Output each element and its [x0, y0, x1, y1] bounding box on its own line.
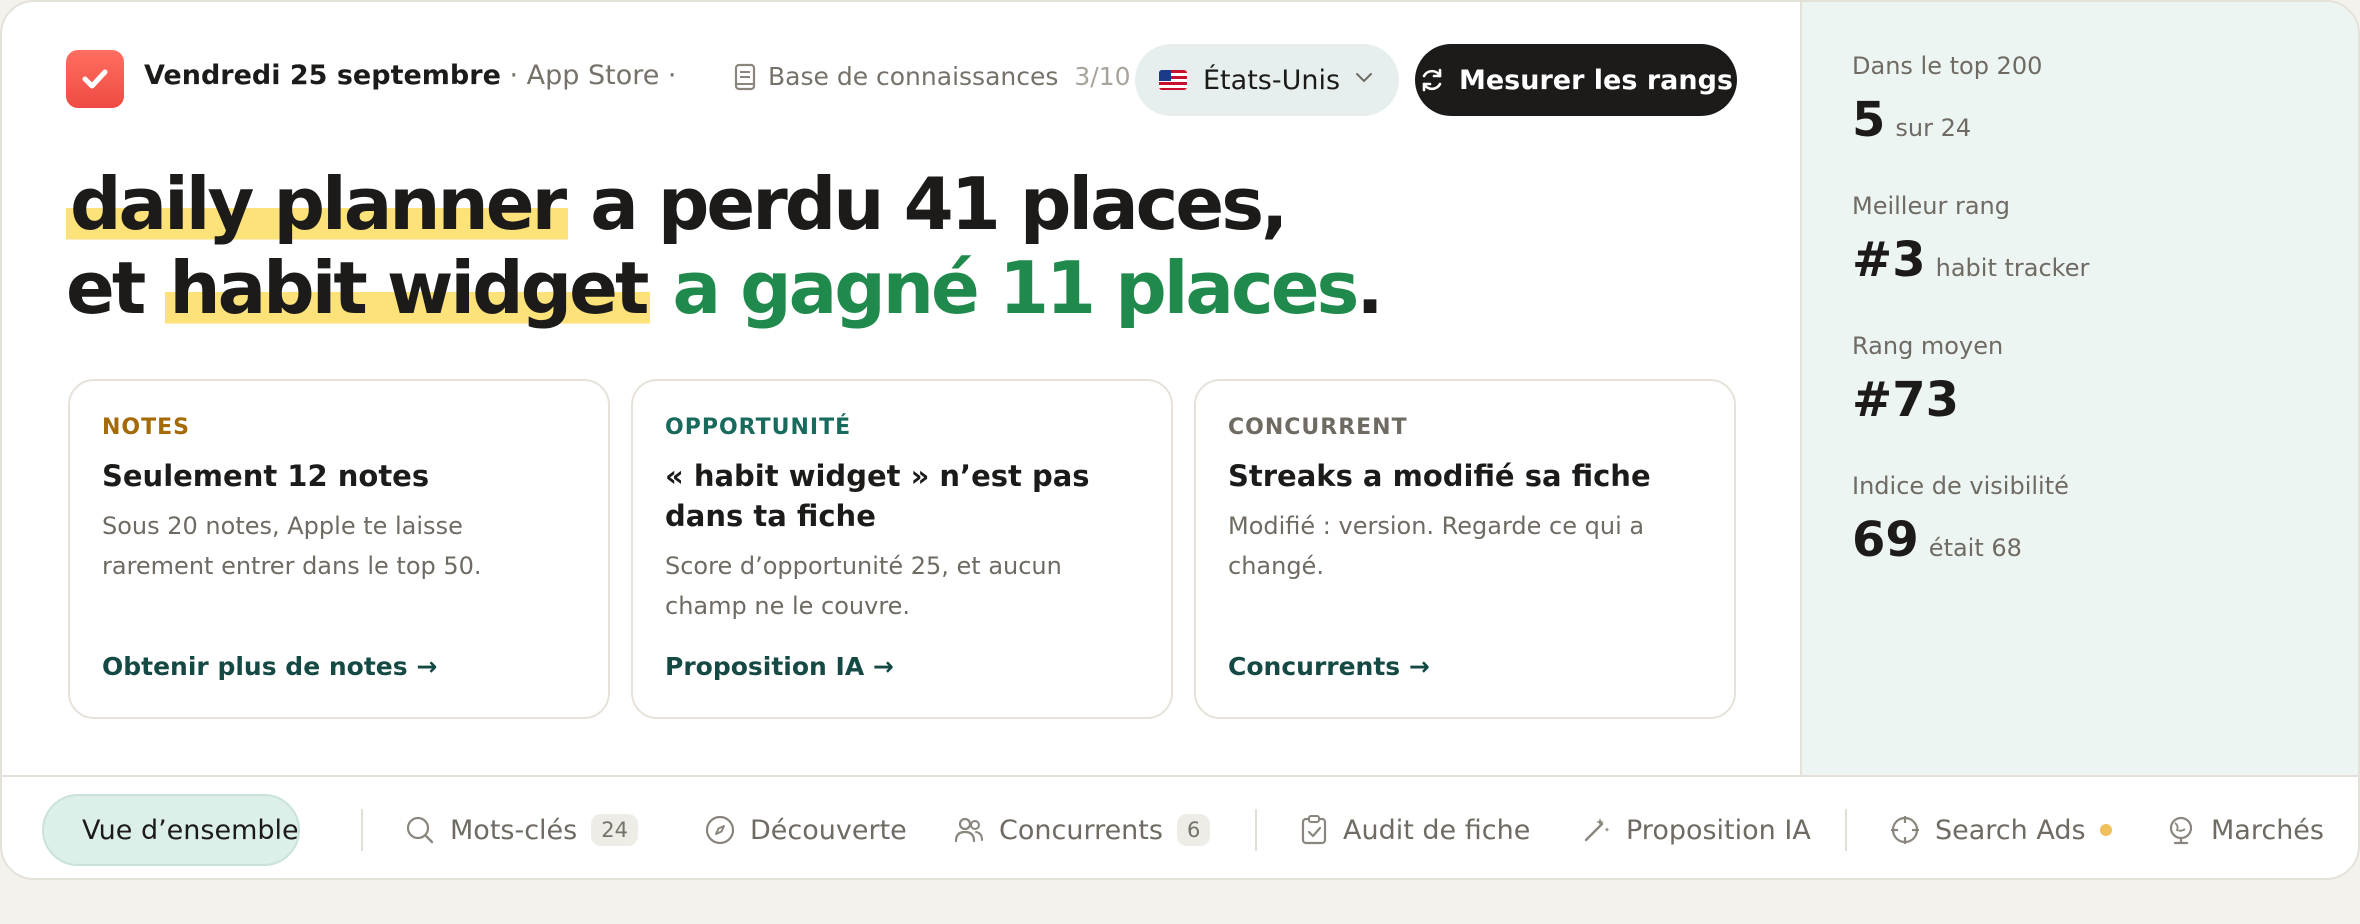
tab-competitors[interactable]: Concurrents 6 [953, 794, 1211, 866]
stat-suffix: était 68 [1928, 534, 2022, 562]
get-more-ratings-link[interactable]: Obtenir plus de notes → [102, 652, 437, 681]
app-frame: Vendredi 25 septembre · App Store · mesu… [0, 0, 2360, 880]
knowledge-base-count: 3/10 [1074, 62, 1131, 91]
knowledge-base-link[interactable]: Base de connaissances 3/10 [734, 62, 1131, 91]
header-context: Vendredi 25 septembre · App Store · mesu… [144, 60, 684, 91]
headline-end: . [1356, 246, 1383, 330]
stat-label: Meilleur rang [1852, 192, 2010, 220]
card-title: « habit widget » n’est pas dans ta fiche [665, 459, 1090, 533]
tab-label: Search Ads [1935, 814, 2086, 846]
card-title: Seulement 12 notes [102, 459, 430, 493]
country-select[interactable]: États-Unis [1135, 44, 1399, 116]
status-dot [2099, 824, 2112, 836]
knowledge-base-label: Base de connaissances [768, 62, 1059, 91]
card-body: Sous 20 notes, Apple te laisse rarement … [102, 512, 482, 580]
main-panel: Vendredi 25 septembre · App Store · mesu… [2, 2, 1800, 775]
card-body: Modifié : version. Regarde ce qui a chan… [1228, 512, 1645, 580]
headline-gain: a gagné 11 places [650, 246, 1359, 330]
card-kicker: NOTES [102, 415, 190, 440]
card-body: Score d’opportunité 25, et aucun champ n… [665, 552, 1062, 620]
headline-part-1: a perdu 41 places, [568, 162, 1288, 246]
tab-markets[interactable]: Marchés [2165, 794, 2324, 866]
nav-divider [1255, 809, 1257, 851]
tab-discovery[interactable]: Découverte [704, 794, 907, 866]
tab-label: Marchés [2211, 814, 2324, 846]
tab-search-ads[interactable]: Search Ads [1889, 794, 2112, 866]
tab-label: Concurrents [999, 814, 1163, 846]
competitors-count-badge: 6 [1176, 814, 1211, 846]
insight-card-competitor: CONCURRENT Streaks a modifié sa fiche Mo… [1194, 379, 1736, 719]
stat-top-200: Dans le top 200 5 sur 24 [1852, 52, 2358, 148]
insight-card-opportunity: OPPORTUNITÉ « habit widget » n’est pas d… [631, 379, 1173, 719]
tab-listing-audit[interactable]: Audit de fiche [1299, 794, 1530, 866]
card-title: Streaks a modifié sa fiche [1228, 459, 1651, 493]
tab-label: Mots-clés [450, 814, 578, 846]
search-icon [406, 816, 434, 844]
tab-keywords[interactable]: Mots-clés 24 [404, 794, 638, 866]
stat-visibility-index: Indice de visibilité 69 était 68 [1852, 472, 2358, 568]
stat-label: Rang moyen [1852, 332, 2004, 360]
users-icon [954, 817, 983, 843]
insight-card-notes: NOTES Seulement 12 notes Sous 20 notes, … [68, 379, 610, 719]
tab-overview[interactable]: Vue d’ensemble [42, 794, 300, 866]
keyword-highlight-2: habit widget [165, 246, 651, 330]
globe-icon [2169, 816, 2193, 845]
us-flag-icon [1159, 70, 1187, 90]
competitors-link[interactable]: Concurrents → [1228, 652, 1430, 681]
card-kicker: OPPORTUNITÉ [665, 415, 852, 440]
book-icon [734, 63, 756, 90]
page-headline: daily planner a perdu 41 places, et habi… [66, 162, 1766, 330]
stat-suffix: sur 24 [1895, 114, 1972, 142]
tab-label: Audit de fiche [1343, 814, 1531, 846]
clipboard-check-icon [1301, 815, 1327, 845]
refresh-icon [1422, 68, 1442, 92]
app-icon-checkmark [66, 50, 124, 108]
nav-divider [361, 809, 363, 851]
stat-label: Indice de visibilité [1852, 472, 2069, 500]
chevron-down-icon [1356, 73, 1372, 83]
tab-label: Découverte [750, 814, 907, 846]
measure-ranks-label: Mesurer les rangs [1458, 64, 1733, 96]
tab-label: Proposition IA [1626, 814, 1811, 846]
stat-value: #3 [1852, 232, 1926, 288]
header-subtitle: · App Store · mesu... [509, 60, 684, 91]
header-date: Vendredi 25 septembre [144, 60, 501, 91]
nav-divider [1845, 809, 1847, 851]
stat-value: 69 [1852, 512, 1919, 568]
stat-suffix: habit tracker [1935, 254, 2090, 282]
bottom-navigation: Vue d’ensemble Mots-clés 24 Découverte C… [2, 775, 2358, 878]
stat-label: Dans le top 200 [1852, 52, 2043, 80]
tab-ai-proposal[interactable]: Proposition IA [1580, 794, 1811, 866]
compass-icon [705, 815, 735, 845]
stat-value: 5 [1852, 92, 1886, 148]
target-icon [1891, 816, 1919, 844]
headline-part-2-start: et [66, 246, 166, 330]
stat-value: #73 [1852, 372, 1960, 428]
tab-label: Vue d’ensemble [82, 814, 299, 846]
country-label: États-Unis [1203, 64, 1341, 96]
card-kicker: CONCURRENT [1228, 415, 1408, 440]
stats-sidebar: Dans le top 200 5 sur 24 Meilleur rang #3… [1800, 2, 2358, 775]
measure-ranks-button[interactable]: Mesurer les rangs [1415, 44, 1737, 116]
magic-wand-icon [1584, 818, 1610, 842]
keyword-highlight-1: daily planner [66, 162, 569, 246]
ai-proposal-link[interactable]: Proposition IA → [665, 652, 894, 681]
stat-best-rank: Meilleur rang #3 habit tracker [1852, 192, 2358, 288]
keywords-count-badge: 24 [591, 814, 638, 846]
checkmark-icon [82, 69, 108, 89]
stat-average-rank: Rang moyen #73 [1852, 332, 2358, 428]
